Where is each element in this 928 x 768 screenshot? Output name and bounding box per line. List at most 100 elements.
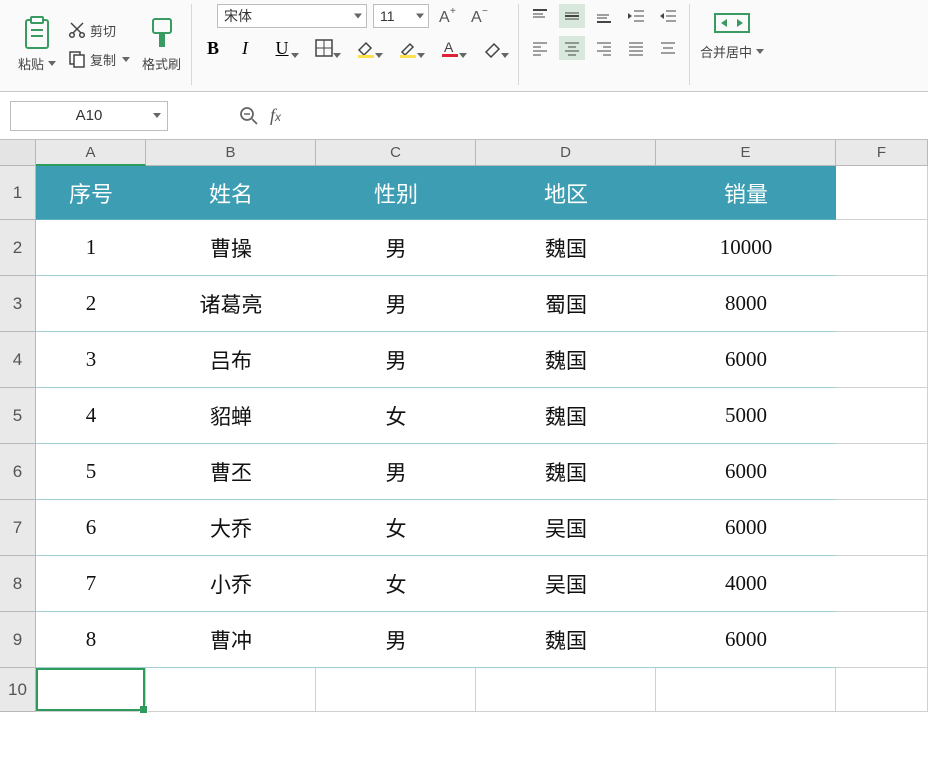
align-center-button[interactable] (559, 36, 585, 60)
cell[interactable]: 8 (36, 612, 146, 668)
cell[interactable]: 2 (36, 276, 146, 332)
cell[interactable] (836, 668, 928, 712)
cell[interactable]: 大乔 (146, 500, 316, 556)
row-header[interactable]: 4 (0, 332, 36, 388)
highlight-button[interactable] (390, 36, 426, 60)
cell[interactable]: 女 (316, 556, 476, 612)
borders-button[interactable] (306, 36, 342, 60)
row-header[interactable]: 1 (0, 166, 36, 220)
fill-color-button[interactable] (348, 36, 384, 60)
cell[interactable] (836, 166, 928, 220)
align-bottom-button[interactable] (591, 4, 617, 28)
cell[interactable] (316, 668, 476, 712)
row-header[interactable]: 7 (0, 500, 36, 556)
align-right-button[interactable] (591, 36, 617, 60)
row-header[interactable]: 5 (0, 388, 36, 444)
table-header[interactable]: 性别 (316, 166, 476, 220)
name-box[interactable]: A10 (10, 101, 168, 131)
cell[interactable]: 男 (316, 276, 476, 332)
copy-button[interactable]: 复制 (64, 48, 134, 71)
cell[interactable] (836, 220, 928, 276)
increase-indent-button[interactable] (655, 4, 681, 28)
row-header[interactable]: 2 (0, 220, 36, 276)
row-header[interactable]: 8 (0, 556, 36, 612)
cell[interactable]: 魏国 (476, 612, 656, 668)
align-top-button[interactable] (527, 4, 553, 28)
cell[interactable]: 女 (316, 500, 476, 556)
justify-button[interactable] (623, 36, 649, 60)
cell[interactable]: 曹操 (146, 220, 316, 276)
cell[interactable]: 6000 (656, 500, 836, 556)
cell[interactable]: 5000 (656, 388, 836, 444)
format-painter-button[interactable]: 格式刷 (140, 12, 183, 77)
cell[interactable]: 魏国 (476, 388, 656, 444)
cell[interactable]: 6000 (656, 332, 836, 388)
cell[interactable]: 4000 (656, 556, 836, 612)
cell[interactable] (836, 500, 928, 556)
merge-center-button[interactable]: 合并居中 (698, 4, 766, 65)
cell[interactable]: 6000 (656, 612, 836, 668)
formula-input[interactable] (281, 102, 918, 130)
cell[interactable] (836, 332, 928, 388)
select-all-corner[interactable] (0, 140, 36, 166)
col-header-B[interactable]: B (146, 140, 316, 166)
cell[interactable]: 6000 (656, 444, 836, 500)
cell[interactable]: 魏国 (476, 220, 656, 276)
zoom-icon[interactable] (238, 105, 260, 127)
cell[interactable] (836, 612, 928, 668)
decrease-font-button[interactable]: A− (467, 4, 493, 28)
align-middle-button[interactable] (559, 4, 585, 28)
table-header[interactable]: 地区 (476, 166, 656, 220)
font-size-combobox[interactable]: 11 (373, 4, 429, 28)
cell[interactable]: 曹丕 (146, 444, 316, 500)
cell[interactable]: 小乔 (146, 556, 316, 612)
cell[interactable]: 吴国 (476, 500, 656, 556)
cell[interactable]: 4 (36, 388, 146, 444)
italic-button[interactable]: I (232, 36, 258, 60)
col-header-E[interactable]: E (656, 140, 836, 166)
cell[interactable] (836, 388, 928, 444)
col-header-F[interactable]: F (836, 140, 928, 166)
row-header[interactable]: 3 (0, 276, 36, 332)
cell[interactable]: 曹冲 (146, 612, 316, 668)
distribute-button[interactable] (655, 36, 681, 60)
cell[interactable]: 魏国 (476, 444, 656, 500)
cell[interactable] (656, 668, 836, 712)
cell[interactable] (476, 668, 656, 712)
cell[interactable]: 5 (36, 444, 146, 500)
col-header-C[interactable]: C (316, 140, 476, 166)
cell[interactable]: 吕布 (146, 332, 316, 388)
row-header[interactable]: 6 (0, 444, 36, 500)
table-header[interactable]: 销量 (656, 166, 836, 220)
cell[interactable]: 貂蝉 (146, 388, 316, 444)
cut-button[interactable]: 剪切 (64, 19, 134, 42)
clear-format-button[interactable] (474, 36, 510, 60)
cell[interactable]: 女 (316, 388, 476, 444)
font-name-combobox[interactable]: 宋体 (217, 4, 367, 28)
cell[interactable] (836, 444, 928, 500)
cell[interactable]: 6 (36, 500, 146, 556)
col-header-D[interactable]: D (476, 140, 656, 166)
align-left-button[interactable] (527, 36, 553, 60)
cell[interactable] (146, 668, 316, 712)
font-color-button[interactable]: A (432, 36, 468, 60)
cell[interactable]: 7 (36, 556, 146, 612)
cell[interactable]: 8000 (656, 276, 836, 332)
cell[interactable] (836, 556, 928, 612)
cell[interactable]: 1 (36, 220, 146, 276)
cell[interactable]: 吴国 (476, 556, 656, 612)
cell[interactable]: 10000 (656, 220, 836, 276)
cell[interactable]: 男 (316, 444, 476, 500)
col-header-A[interactable]: A (36, 140, 146, 166)
row-header[interactable]: 10 (0, 668, 36, 712)
cell[interactable]: 诸葛亮 (146, 276, 316, 332)
table-header[interactable]: 姓名 (146, 166, 316, 220)
active-cell[interactable] (36, 668, 146, 712)
cell[interactable]: 男 (316, 220, 476, 276)
row-header[interactable]: 9 (0, 612, 36, 668)
underline-button[interactable]: U (264, 36, 300, 60)
cell[interactable]: 蜀国 (476, 276, 656, 332)
cell[interactable]: 魏国 (476, 332, 656, 388)
fx-icon[interactable]: fx (270, 105, 281, 126)
cell[interactable] (836, 276, 928, 332)
